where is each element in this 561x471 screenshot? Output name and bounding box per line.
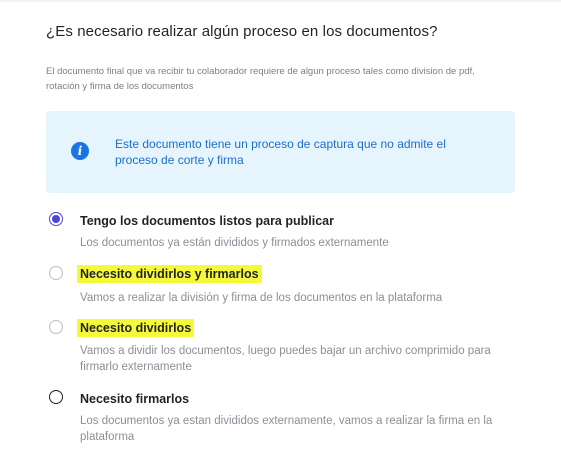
option-help: Los documentos ya estan divididos extern… [80, 415, 493, 443]
info-icon: i [71, 142, 89, 160]
option-label[interactable]: Necesito dividirlos [77, 319, 195, 337]
radio-ready-to-publish[interactable] [49, 212, 63, 226]
radio-split-and-sign[interactable] [49, 266, 63, 280]
top-divider [0, 0, 561, 2]
radio-split-only[interactable] [49, 320, 63, 334]
option-help: Los documentos ya están divididos y firm… [80, 237, 389, 249]
radio-sign-only[interactable] [49, 390, 63, 404]
option-help: Vamos a realizar la división y firma de … [80, 292, 443, 304]
section-description: El documento final que va recibir tu col… [46, 66, 475, 92]
info-alert: i Este documento tiene un proceso de cap… [46, 111, 515, 193]
option-label[interactable]: Necesito dividirlos y firmarlos [77, 265, 262, 283]
option-label[interactable]: Tengo los documentos listos para publica… [80, 214, 334, 228]
option-label[interactable]: Necesito firmarlos [80, 392, 189, 406]
section-title: ¿Es necesario realizar algún proceso en … [46, 23, 438, 40]
option-help: Vamos a dividir los documentos, luego pu… [80, 345, 491, 373]
info-alert-text: Este documento tiene un proceso de captu… [115, 137, 446, 167]
